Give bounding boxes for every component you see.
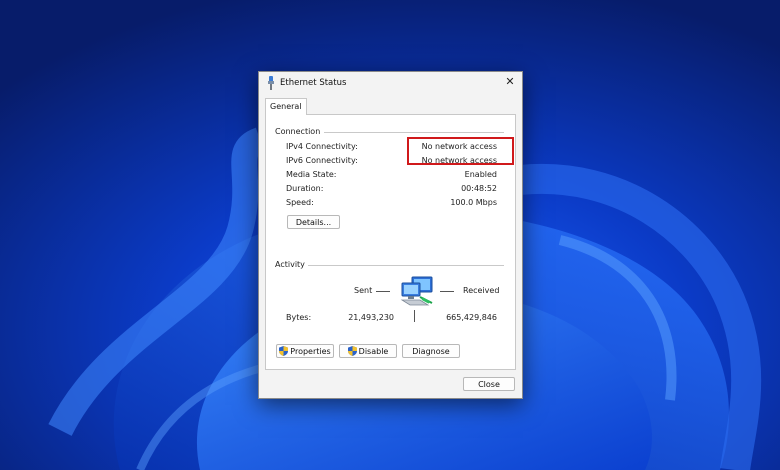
bytes-received-value: 665,429,846	[446, 313, 497, 322]
bytes-sent-value: 21,493,230	[348, 313, 394, 322]
disable-label: Disable	[358, 346, 389, 356]
properties-label: Properties	[290, 346, 331, 356]
speed-label: Speed:	[286, 198, 314, 207]
uac-shield-icon	[279, 346, 289, 356]
annotation-highlight-box	[407, 137, 514, 165]
bytes-label: Bytes:	[286, 313, 312, 322]
activity-heading: Activity	[275, 260, 308, 269]
speed-value: 100.0 Mbps	[450, 198, 497, 207]
network-computers-icon	[400, 276, 433, 306]
sent-line	[376, 291, 390, 292]
properties-button[interactable]: Properties	[276, 344, 334, 358]
duration-value: 00:48:52	[461, 184, 497, 193]
close-button[interactable]: Close	[463, 377, 515, 391]
media-state-value: Enabled	[464, 170, 497, 179]
ethernet-plug-icon	[268, 76, 274, 90]
connection-divider	[324, 132, 504, 133]
received-label: Received	[463, 286, 500, 295]
bytes-divider	[414, 310, 415, 322]
connection-heading: Connection	[275, 127, 324, 136]
close-icon[interactable]: ✕	[503, 75, 517, 89]
media-state-label: Media State:	[286, 170, 337, 179]
details-button[interactable]: Details...	[287, 215, 340, 229]
sent-label: Sent	[354, 286, 373, 295]
diagnose-button[interactable]: Diagnose	[402, 344, 460, 358]
window-title: Ethernet Status	[280, 78, 347, 88]
ipv6-label: IPv6 Connectivity:	[286, 156, 358, 165]
ipv4-label: IPv4 Connectivity:	[286, 142, 358, 151]
received-line	[440, 291, 454, 292]
disable-button[interactable]: Disable	[339, 344, 397, 358]
activity-divider	[308, 265, 504, 266]
tab-general[interactable]: General	[265, 98, 307, 115]
duration-label: Duration:	[286, 184, 324, 193]
title-bar: Ethernet Status ✕	[259, 72, 522, 94]
uac-shield-icon	[347, 346, 357, 356]
ethernet-status-dialog: Ethernet Status ✕ General Connection IPv…	[258, 71, 523, 399]
